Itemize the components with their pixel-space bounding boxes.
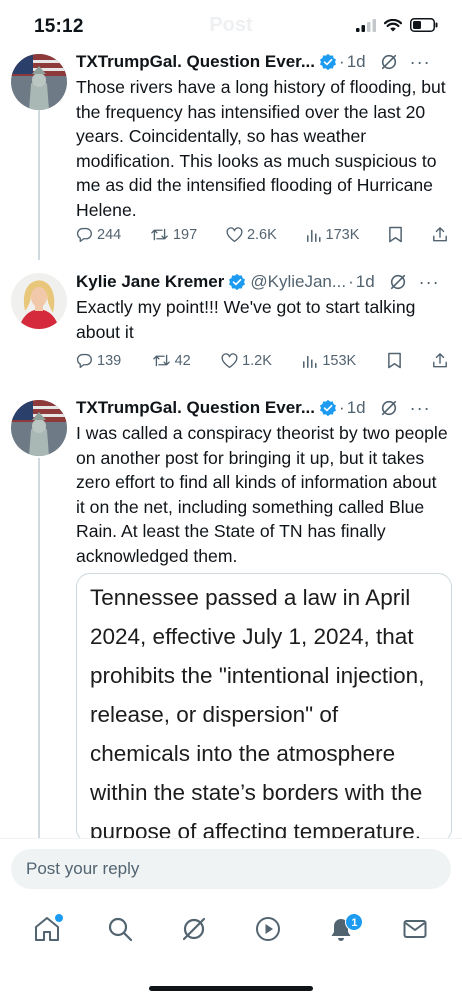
signal-icon: [356, 18, 376, 32]
repost-icon: [152, 354, 170, 367]
verified-badge-icon: [319, 53, 337, 71]
repost-count: 42: [174, 352, 191, 369]
avatar[interactable]: [11, 54, 67, 110]
views-icon: [303, 355, 317, 368]
post-handle[interactable]: @KylieJan...: [250, 272, 346, 292]
post[interactable]: TXTrumpGal. Question Ever... · 1d ··· Th…: [0, 50, 462, 260]
nav-home[interactable]: [27, 909, 67, 949]
repost-count: 197: [172, 226, 198, 243]
views-count: 153K: [322, 352, 357, 369]
bottom-nav: 1: [0, 898, 462, 960]
post-time: 1d: [346, 398, 366, 417]
post-time: 1d: [346, 52, 366, 71]
verified-badge-icon: [229, 273, 246, 291]
like-icon: [226, 226, 243, 242]
post-author[interactable]: Kylie Jane Kremer: [76, 272, 224, 292]
reply-input[interactable]: Post your reply: [11, 849, 451, 889]
reply-icon: [76, 227, 92, 242]
views-button[interactable]: 173K: [306, 226, 360, 243]
post-text: I was called a conspiracy theorist by tw…: [76, 423, 448, 566]
reply-count: 244: [97, 226, 122, 243]
video-icon: [255, 917, 280, 941]
more-icon[interactable]: ···: [410, 399, 431, 417]
home-indicator: [149, 986, 313, 991]
grok-icon[interactable]: [380, 53, 398, 71]
post-actions: 139 42 1.2K 153K: [76, 352, 448, 369]
post-author[interactable]: TXTrumpGal. Question Ever...: [76, 52, 315, 72]
status-icons: [356, 18, 438, 32]
like-count: 2.6K: [246, 226, 277, 243]
post-text: Those rivers have a long history of floo…: [76, 77, 446, 220]
grok-nav-icon: [183, 917, 206, 941]
post-time: 1d: [355, 272, 375, 291]
quoted-image-card[interactable]: Tennessee passed a law in April 2024, ef…: [76, 573, 452, 843]
share-icon[interactable]: [432, 352, 448, 369]
quoted-image-text: Tennessee passed a law in April 2024, ef…: [90, 585, 425, 843]
search-icon: [109, 917, 133, 942]
verified-badge-icon: [319, 399, 337, 417]
nav-messages[interactable]: [395, 909, 435, 949]
more-icon[interactable]: ···: [419, 273, 440, 291]
reply-count: 139: [97, 352, 122, 369]
share-icon[interactable]: [432, 226, 448, 243]
post-author[interactable]: TXTrumpGal. Question Ever...: [76, 398, 315, 418]
like-icon: [221, 352, 238, 368]
bookmark-icon[interactable]: [387, 352, 402, 369]
grok-icon[interactable]: [389, 273, 407, 291]
like-count: 1.2K: [242, 352, 272, 369]
wifi-icon: [384, 18, 402, 31]
like-button[interactable]: 2.6K: [226, 227, 277, 243]
post-actions: 244 197 2.6K 173K: [76, 226, 448, 243]
bookmark-icon[interactable]: [388, 226, 403, 243]
nav-grok[interactable]: [174, 909, 214, 949]
battery-icon: [410, 18, 438, 32]
repost-button[interactable]: 197: [150, 226, 197, 243]
reply-icon: [76, 353, 92, 368]
nav-search[interactable]: [100, 909, 140, 949]
post[interactable]: Kylie Jane Kremer @KylieJan... · 1d ··· …: [0, 270, 462, 390]
views-icon: [306, 229, 321, 242]
reply-button[interactable]: 244: [76, 226, 121, 243]
status-bar: Post 15:12: [0, 0, 462, 50]
nav-video[interactable]: [248, 909, 288, 949]
messages-icon: [403, 920, 427, 938]
repost-button[interactable]: 42: [152, 352, 191, 369]
more-icon[interactable]: ···: [410, 53, 431, 71]
like-button[interactable]: 1.2K: [221, 353, 272, 369]
views-button[interactable]: 153K: [302, 353, 356, 369]
avatar[interactable]: [11, 273, 67, 329]
reply-bar: Post your reply: [0, 838, 462, 898]
status-time: 15:12: [34, 16, 84, 37]
home-badge-dot: [54, 914, 63, 922]
post-text: Exactly my point!!! We've got to start t…: [76, 297, 416, 342]
grok-icon[interactable]: [380, 399, 398, 417]
avatar[interactable]: [11, 400, 67, 456]
repost-icon: [151, 228, 168, 241]
notifications-badge: 1: [345, 913, 364, 931]
reply-button[interactable]: 139: [76, 352, 121, 369]
nav-notifications[interactable]: 1: [321, 909, 364, 949]
views-count: 173K: [325, 226, 360, 243]
